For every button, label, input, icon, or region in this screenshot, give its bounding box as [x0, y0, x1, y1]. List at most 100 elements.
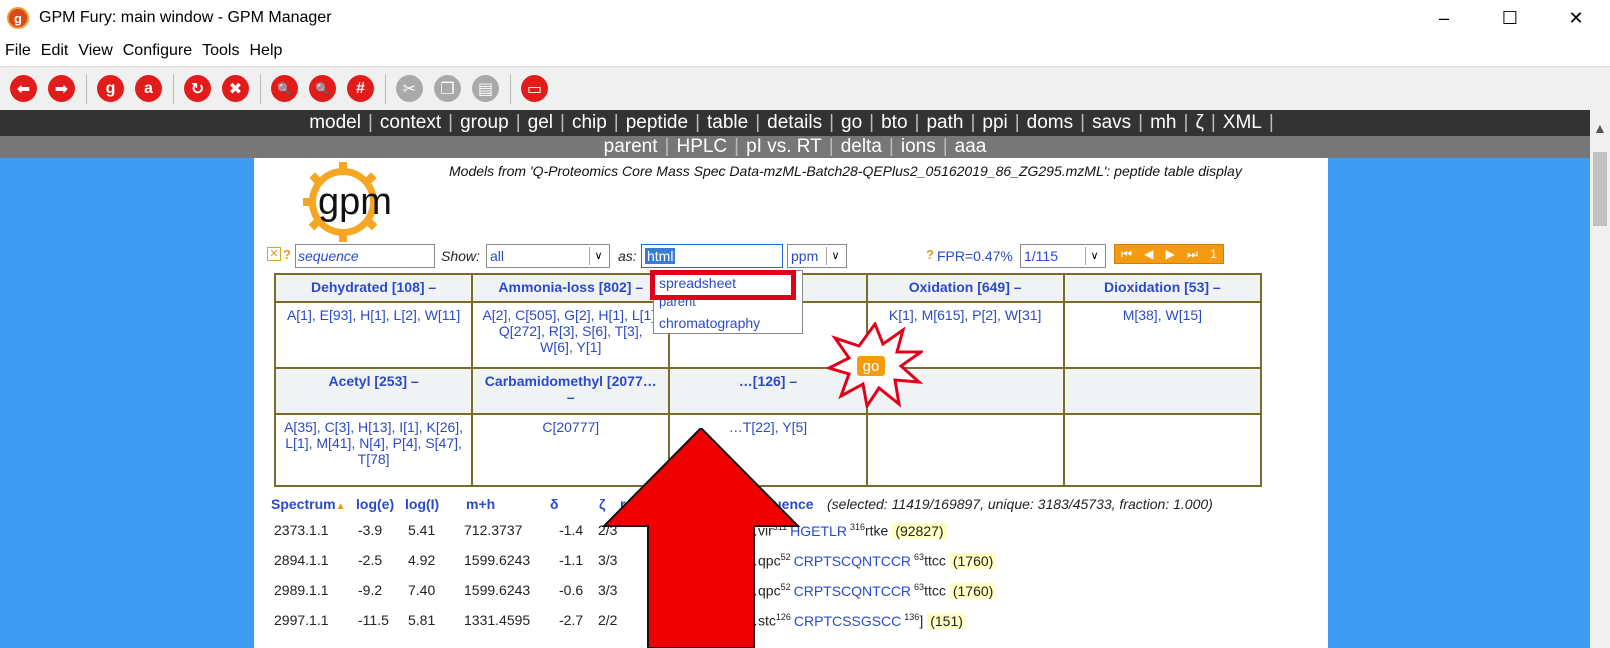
cell-spectrum[interactable]: 2373.1.1 — [274, 522, 329, 538]
minimize-button[interactable]: – — [1410, 0, 1478, 36]
last-page-button[interactable]: ⏭ — [1187, 247, 1198, 262]
reload-icon[interactable]: ↻ — [184, 75, 211, 102]
cell-logi: 7.40 — [408, 582, 436, 598]
first-page-button[interactable]: ⏮ — [1121, 247, 1132, 262]
nav-link[interactable]: gel — [528, 112, 553, 133]
unit-select[interactable]: ppm ∨ — [787, 244, 847, 268]
menu-tools[interactable]: Tools — [197, 42, 244, 60]
search-icon[interactable]: 🔍 — [271, 75, 298, 102]
page-one-button[interactable]: 1 — [1210, 247, 1217, 261]
nav-link[interactable]: bto — [881, 112, 907, 133]
cell-spectrum[interactable]: 2894.1.1 — [274, 552, 329, 568]
col-logi[interactable]: log(I) — [405, 496, 439, 512]
hash-icon[interactable]: # — [347, 75, 374, 102]
chevron-down-icon: ∨ — [826, 247, 844, 265]
nav-link[interactable]: context — [380, 112, 441, 133]
nav-link[interactable]: details — [767, 112, 822, 133]
g-icon[interactable]: g — [97, 75, 124, 102]
nav-separator: | — [560, 112, 565, 133]
print-icon[interactable]: ▭ — [521, 75, 548, 102]
a-icon[interactable]: a — [135, 75, 162, 102]
col-delta[interactable]: δ — [550, 496, 559, 512]
nav-link[interactable]: savs — [1092, 112, 1131, 133]
nav-separator: | — [515, 112, 521, 133]
go-button[interactable]: go — [827, 322, 923, 408]
back-arrow-icon[interactable]: ⬅ — [10, 75, 37, 102]
subnav-link[interactable]: ions — [901, 136, 936, 157]
cell-mh: 712.3737 — [464, 522, 523, 538]
search-refine-icon[interactable]: 🔍 — [309, 75, 336, 102]
show-select[interactable]: all ∨ — [486, 244, 610, 268]
mod-header-empty — [1062, 367, 1263, 415]
selection-summary: (selected: 11419/169897, unique: 3183/45… — [827, 496, 1213, 512]
toolbar-separator — [173, 73, 174, 104]
mod-header-acetyl[interactable]: Acetyl [253] – — [273, 367, 474, 415]
vertical-scrollbar[interactable]: ▲ — [1590, 110, 1610, 648]
sequence-post: ] — [919, 612, 924, 629]
nav-link[interactable]: peptide — [626, 112, 688, 133]
forward-arrow-icon[interactable]: ➡ — [48, 75, 75, 102]
mod-header-dehydrated[interactable]: Dehydrated [108] – — [273, 273, 474, 303]
menu-edit[interactable]: Edit — [36, 42, 74, 60]
cell-spectrum[interactable]: 2989.1.1 — [274, 582, 329, 598]
col-mh[interactable]: m+h — [466, 496, 495, 512]
cut-icon[interactable]: ✂ — [396, 75, 423, 102]
subnav-link[interactable]: HPLC — [676, 136, 727, 157]
nav-link[interactable]: mh — [1150, 112, 1176, 133]
nav-link[interactable]: doms — [1027, 112, 1073, 133]
menu-view[interactable]: View — [73, 42, 117, 60]
chevron-down-icon: ∨ — [1085, 247, 1103, 265]
scroll-thumb[interactable] — [1593, 152, 1607, 226]
nav-link[interactable]: ζ — [1195, 112, 1203, 133]
sequence-input[interactable]: sequence — [295, 244, 435, 268]
sequence-post: rtke — [864, 522, 889, 539]
nav-link[interactable]: path — [926, 112, 963, 133]
help-icon[interactable]: ? — [283, 247, 291, 271]
mod-header-oxidation[interactable]: Oxidation [649] – — [865, 273, 1065, 303]
clear-checkbox-icon[interactable]: ✕ — [267, 247, 281, 261]
as-select[interactable]: html — [641, 244, 783, 268]
paste-icon[interactable]: ▤ — [472, 75, 499, 102]
nav-link[interactable]: table — [707, 112, 748, 133]
sequence-end: 63 — [914, 552, 925, 562]
option-chromatography[interactable]: chromatography — [659, 315, 760, 331]
maximize-button[interactable]: ☐ — [1476, 0, 1544, 36]
subnav-link[interactable]: aaa — [955, 136, 987, 157]
cell-delta: -2.7 — [559, 612, 584, 628]
option-spreadsheet[interactable]: spreadsheet — [659, 275, 736, 291]
nav-link[interactable]: group — [460, 112, 509, 133]
nav-link[interactable]: ppi — [982, 112, 1007, 133]
subnav-link[interactable]: pI vs. RT — [746, 136, 822, 157]
fpr-help-icon[interactable]: ? — [926, 247, 934, 271]
menu-configure[interactable]: Configure — [118, 42, 197, 60]
cell-logi: 4.92 — [408, 552, 436, 568]
page-select[interactable]: 1/115 ∨ — [1020, 244, 1106, 268]
primary-nav: model | context | group | gel | chip | peptide | tab… — [0, 110, 1590, 136]
nav-link[interactable]: model — [309, 112, 361, 133]
menu-help[interactable]: Help — [244, 42, 287, 60]
cell-spectrum[interactable]: 2997.1.1 — [274, 612, 329, 628]
subnav-link[interactable]: delta — [841, 136, 882, 157]
sequence-post: ttcc — [924, 552, 946, 569]
next-page-button[interactable]: ▶ — [1166, 247, 1175, 261]
nav-separator: | — [755, 112, 761, 133]
menu-file[interactable]: File — [0, 42, 36, 60]
nav-separator: | — [1210, 112, 1216, 133]
nav-link[interactable]: chip — [572, 112, 607, 133]
mod-body-dioxidation: M[38], W[15] — [1062, 301, 1263, 369]
prev-page-button[interactable]: ◀ — [1144, 247, 1153, 261]
gpm-logo: gpm — [303, 162, 392, 242]
nav-separator: | — [942, 136, 948, 157]
close-button[interactable]: ✕ — [1542, 0, 1610, 36]
col-loge[interactable]: log(e) — [356, 496, 394, 512]
scroll-up-arrow-icon[interactable]: ▲ — [1593, 120, 1607, 136]
col-spectrum[interactable]: Spectrum▲ — [271, 496, 345, 512]
subnav-link[interactable]: parent — [604, 136, 658, 157]
copy-icon[interactable]: ❐ — [434, 75, 461, 102]
mod-header-dioxidation[interactable]: Dioxidation [53] – — [1062, 273, 1263, 303]
mod-header-carbamidomethyl[interactable]: Carbamidomethyl [2077… – — [471, 367, 671, 415]
mod-header-ammonia-loss[interactable]: Ammonia-loss [802] – — [471, 273, 671, 303]
nav-link[interactable]: XML — [1223, 112, 1262, 133]
nav-link[interactable]: go — [841, 112, 862, 133]
stop-icon[interactable]: ✖ — [222, 75, 249, 102]
